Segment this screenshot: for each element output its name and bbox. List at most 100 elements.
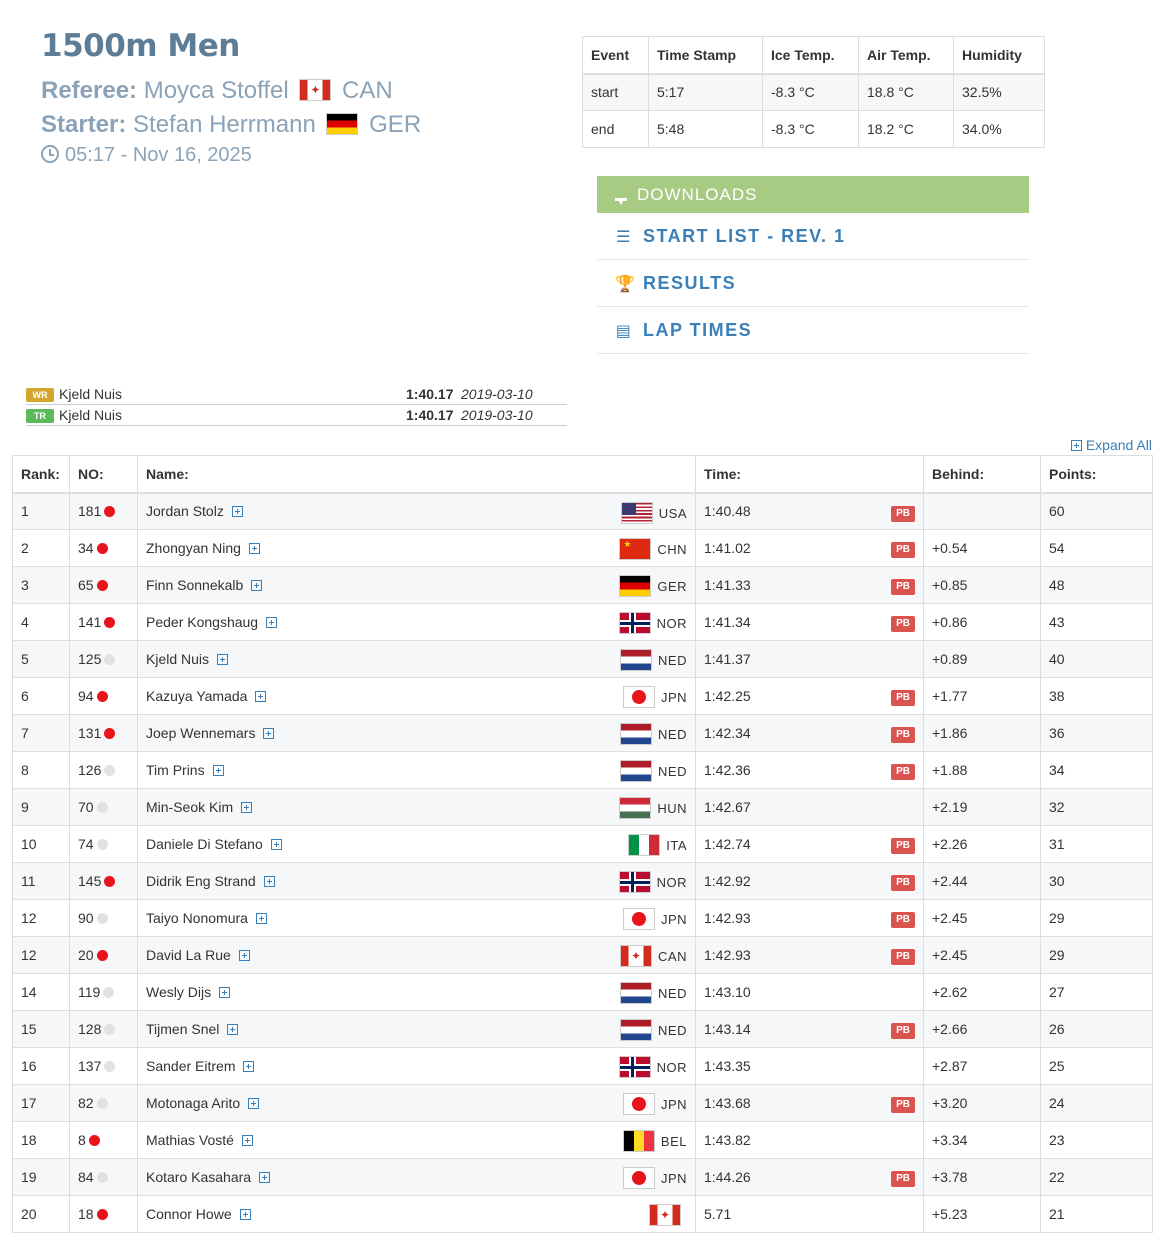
points-cell: 25	[1040, 1047, 1153, 1085]
time-cell: 1:43.10	[695, 973, 924, 1011]
referee-country: CAN	[342, 77, 393, 104]
skater-name: David La Rue	[146, 947, 231, 963]
downloads-header: DOWNLOADS	[597, 176, 1029, 221]
start-list-link[interactable]: ☰ START LIST - REV. 1	[597, 213, 1029, 260]
rank-cell: 20	[12, 1195, 70, 1233]
status-dot-icon	[96, 1172, 108, 1183]
results-table: Rank: NO: Name: Time: Behind: Points: 11…	[12, 455, 1153, 1233]
starter-label: Starter:	[41, 111, 127, 138]
germany-flag-icon	[326, 113, 359, 135]
lap-times-link[interactable]: ▤ LAP TIMES	[597, 307, 1029, 354]
expand-row-icon[interactable]	[263, 876, 275, 887]
expand-row-icon[interactable]	[255, 691, 267, 702]
no-cell: 126	[69, 751, 138, 789]
country: NED	[620, 760, 687, 782]
no-cell: 34	[69, 529, 138, 567]
status-dot-icon	[96, 839, 108, 850]
skater-name: Connor Howe	[146, 1206, 232, 1222]
points-cell: 29	[1040, 936, 1153, 974]
status-dot-icon	[96, 691, 108, 702]
pb-badge: PB	[891, 727, 915, 743]
points-cell: 40	[1040, 640, 1153, 678]
country: JPN	[622, 686, 687, 708]
rank-cell: 12	[12, 936, 70, 974]
points-cell: 32	[1040, 788, 1153, 826]
document-icon: ▤	[615, 323, 633, 340]
flag-icon	[620, 649, 653, 671]
country-code: NOR	[656, 875, 687, 890]
expand-plus-icon	[1070, 440, 1082, 451]
results-header-row: Rank: NO: Name: Time: Behind: Points:	[12, 455, 1153, 494]
time-cell: 1:42.92 PB	[695, 862, 924, 900]
points-cell: 22	[1040, 1158, 1153, 1196]
expand-row-icon[interactable]	[238, 950, 250, 961]
table-row: 4 141 Peder Kongshaug NOR 1:41.34 PB +0.86 43	[12, 603, 1153, 641]
skater-time: 1:42.36	[704, 762, 751, 778]
points-cell: 21	[1040, 1195, 1153, 1233]
expand-row-icon[interactable]	[241, 1135, 253, 1146]
conditions-row-end: end 5:48 -8.3 °C 18.2 °C 34.0%	[582, 110, 1045, 148]
expand-row-icon[interactable]	[251, 580, 263, 591]
expand-row-icon[interactable]	[227, 1024, 239, 1035]
download-icon	[615, 184, 627, 221]
expand-row-icon[interactable]	[241, 802, 253, 813]
behind-cell: +2.26	[923, 825, 1041, 863]
country-code: USA	[658, 505, 687, 521]
time-cell: 1:42.36 PB	[695, 751, 924, 789]
flag-icon	[622, 1093, 655, 1115]
results-link[interactable]: 🏆 RESULTS	[597, 260, 1029, 307]
status-dot-icon	[103, 987, 115, 998]
expand-row-icon[interactable]	[219, 987, 231, 998]
pb-badge: PB	[891, 579, 915, 595]
start-list-label: START LIST - REV. 1	[643, 226, 846, 246]
points-cell: 31	[1040, 825, 1153, 863]
expand-row-icon[interactable]	[239, 1209, 251, 1220]
no-cell: 84	[69, 1158, 138, 1196]
expand-row-icon[interactable]	[266, 617, 278, 628]
flag-icon	[620, 723, 653, 745]
name-cell: Tim Prins NED	[137, 751, 696, 789]
points-cell: 43	[1040, 603, 1153, 641]
table-row: 17 82 Motonaga Arito JPN 1:43.68 PB +3.20 24	[12, 1084, 1153, 1122]
skater-name: Daniele Di Stefano	[146, 836, 263, 852]
expand-row-icon[interactable]	[248, 1098, 260, 1109]
time-cell: 1:42.67	[695, 788, 924, 826]
rank-cell: 6	[12, 677, 70, 715]
name-cell: Connor Howe	[137, 1195, 696, 1233]
no-cell: 181	[69, 492, 138, 530]
status-dot-icon	[96, 1098, 108, 1109]
expand-row-icon[interactable]	[263, 728, 275, 739]
cell: 5:17	[648, 73, 763, 111]
bib-number: 18	[78, 1206, 94, 1222]
expand-row-icon[interactable]	[231, 506, 243, 518]
time-cell: 1:41.02 PB	[695, 529, 924, 567]
col-name: Name:	[137, 455, 696, 494]
expand-row-icon[interactable]	[248, 543, 260, 554]
expand-all-link[interactable]: Expand All	[1070, 437, 1152, 453]
status-dot-icon	[96, 543, 108, 554]
country-code: NED	[658, 764, 687, 779]
flag-icon	[619, 797, 652, 819]
table-row: 3 65 Finn Sonnekalb GER 1:41.33 PB +0.85 48	[12, 566, 1153, 604]
table-row: 7 131 Joep Wennemars NED 1:42.34 PB +1.86 36	[12, 714, 1153, 752]
expand-row-icon[interactable]	[243, 1061, 255, 1072]
starter-line: Starter: Stefan Herrmann GER	[41, 108, 561, 142]
expand-row-icon[interactable]	[212, 765, 224, 776]
canada-flag-icon	[299, 79, 332, 101]
bib-number: 125	[78, 651, 102, 667]
expand-row-icon[interactable]	[270, 839, 282, 850]
col-time: Time:	[695, 455, 924, 494]
expand-row-icon[interactable]	[259, 1172, 271, 1183]
skater-time: 1:42.92	[704, 873, 751, 889]
behind-cell: +1.86	[923, 714, 1041, 752]
table-row: 6 94 Kazuya Yamada JPN 1:42.25 PB +1.77 38	[12, 677, 1153, 715]
col-time-stamp: Time Stamp	[648, 36, 763, 75]
cell: 5:48	[648, 110, 763, 148]
cell: end	[582, 110, 649, 148]
expand-row-icon[interactable]	[255, 913, 267, 924]
downloads-panel: DOWNLOADS ☰START LIST - REV. 1 🏆RESULTS …	[597, 176, 1029, 354]
cell: -8.3 °C	[762, 73, 859, 111]
rank-cell: 3	[12, 566, 70, 604]
bib-number: 128	[78, 1021, 102, 1037]
expand-row-icon[interactable]	[217, 654, 229, 665]
